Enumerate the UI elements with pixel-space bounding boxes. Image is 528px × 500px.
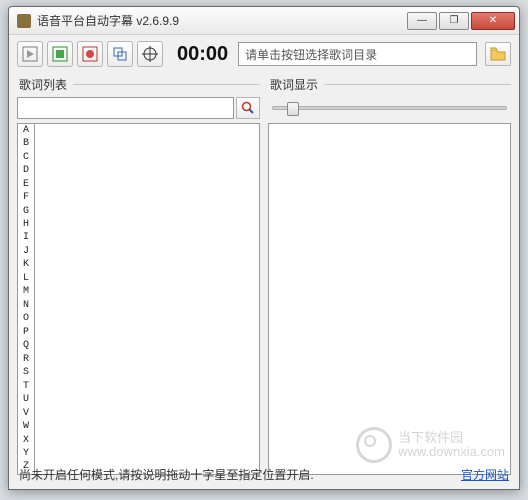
alpha-V[interactable]: V xyxy=(18,407,34,420)
alpha-I[interactable]: I xyxy=(18,232,34,245)
alpha-J[interactable]: J xyxy=(18,245,34,258)
alpha-E[interactable]: E xyxy=(18,178,34,191)
close-button[interactable]: ✕ xyxy=(471,12,515,30)
record-button[interactable] xyxy=(77,41,103,67)
layers-button[interactable] xyxy=(107,41,133,67)
status-text: 尚未开启任何模式,请按说明拖动十字星至指定位置开启. xyxy=(19,466,314,483)
status-bar: 尚未开启任何模式,请按说明拖动十字星至指定位置开启. 官方网站 xyxy=(19,466,509,483)
main-columns: 歌词列表 ABCDEFGHIJKLMNOPQRSTUVWXYZ 歌词显示 xyxy=(9,71,519,475)
song-list[interactable] xyxy=(35,123,260,475)
left-column: 歌词列表 ABCDEFGHIJKLMNOPQRSTUVWXYZ xyxy=(17,73,260,475)
search-row xyxy=(17,97,260,119)
lyrics-display-panel xyxy=(268,123,511,475)
play-button[interactable] xyxy=(17,41,43,67)
alpha-K[interactable]: K xyxy=(18,259,34,272)
alpha-C[interactable]: C xyxy=(18,151,34,164)
toolbar: 00:00 xyxy=(9,35,519,71)
official-site-link[interactable]: 官方网站 xyxy=(461,466,509,483)
alpha-X[interactable]: X xyxy=(18,434,34,447)
lyrics-directory-input[interactable] xyxy=(238,42,477,66)
search-input[interactable] xyxy=(17,97,234,119)
watermark-text: 当下软件园 www.downxia.com xyxy=(398,431,505,460)
window-title: 语音平台自动字幕 v2.6.9.9 xyxy=(37,12,407,29)
app-icon xyxy=(17,14,31,28)
alpha-G[interactable]: G xyxy=(18,205,34,218)
alpha-F[interactable]: F xyxy=(18,191,34,204)
alpha-T[interactable]: T xyxy=(18,380,34,393)
alphabet-index[interactable]: ABCDEFGHIJKLMNOPQRSTUVWXYZ xyxy=(17,123,35,475)
lyrics-display-label: 歌词显示 xyxy=(270,75,511,93)
watermark-logo-icon xyxy=(356,427,392,463)
alpha-P[interactable]: P xyxy=(18,326,34,339)
slider-thumb[interactable] xyxy=(287,102,299,116)
slider-track xyxy=(272,106,507,110)
timeline-slider[interactable] xyxy=(268,97,511,119)
minimize-button[interactable]: — xyxy=(407,12,437,30)
titlebar[interactable]: 语音平台自动字幕 v2.6.9.9 — ❐ ✕ xyxy=(9,7,519,35)
alpha-Y[interactable]: Y xyxy=(18,447,34,460)
alpha-S[interactable]: S xyxy=(18,366,34,379)
watermark: 当下软件园 www.downxia.com xyxy=(356,427,505,463)
alpha-L[interactable]: L xyxy=(18,272,34,285)
crosshair-button[interactable] xyxy=(137,41,163,67)
stop-button[interactable] xyxy=(47,41,73,67)
window-controls: — ❐ ✕ xyxy=(407,12,515,30)
alpha-N[interactable]: N xyxy=(18,299,34,312)
alpha-Q[interactable]: Q xyxy=(18,340,34,353)
search-button[interactable] xyxy=(236,97,260,119)
lyrics-list-label: 歌词列表 xyxy=(19,75,260,93)
alpha-W[interactable]: W xyxy=(18,420,34,433)
open-folder-button[interactable] xyxy=(485,42,511,66)
alpha-O[interactable]: O xyxy=(18,313,34,326)
alpha-U[interactable]: U xyxy=(18,393,34,406)
alpha-R[interactable]: R xyxy=(18,353,34,366)
alpha-M[interactable]: M xyxy=(18,286,34,299)
alpha-D[interactable]: D xyxy=(18,164,34,177)
app-window: 语音平台自动字幕 v2.6.9.9 — ❐ ✕ 00:00 歌词列表 xyxy=(8,6,520,490)
alpha-B[interactable]: B xyxy=(18,137,34,150)
right-column: 歌词显示 xyxy=(268,73,511,475)
list-area: ABCDEFGHIJKLMNOPQRSTUVWXYZ xyxy=(17,123,260,475)
maximize-button[interactable]: ❐ xyxy=(439,12,469,30)
alpha-H[interactable]: H xyxy=(18,218,34,231)
alpha-A[interactable]: A xyxy=(18,124,34,137)
time-display: 00:00 xyxy=(177,43,228,66)
